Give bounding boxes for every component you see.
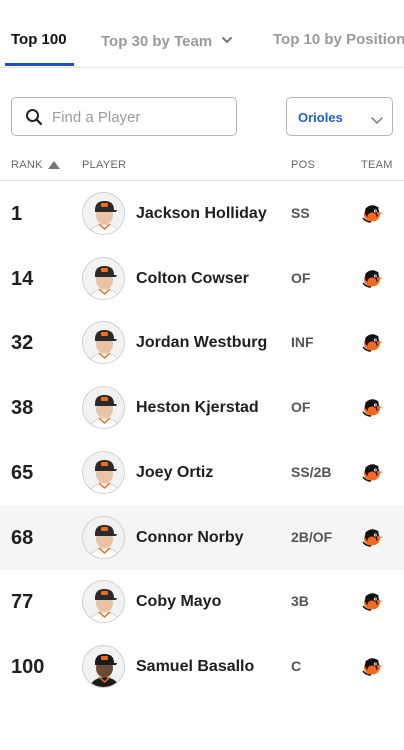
player-avatar[interactable]	[82, 580, 125, 624]
player-avatar[interactable]	[82, 256, 125, 300]
player-rank: 100	[11, 655, 45, 678]
player-name[interactable]: Heston Kjerstad	[136, 399, 259, 417]
table-row[interactable]: 65 Joey Ortiz SS/2B	[0, 440, 404, 505]
table-row[interactable]: 14 Colton Cowser OF	[0, 246, 404, 311]
player-position: OF	[291, 269, 311, 286]
player-avatar[interactable]	[82, 515, 125, 559]
table-row[interactable]: 1 Jackson Holliday SS	[0, 181, 404, 246]
player-avatar[interactable]	[82, 386, 125, 430]
orioles-bird-icon	[360, 525, 384, 554]
orioles-bird-icon	[360, 266, 384, 295]
player-avatar[interactable]	[82, 644, 125, 688]
table-row[interactable]: 38 Heston Kjerstad OF	[0, 375, 404, 440]
team-header: TEAM	[361, 159, 393, 171]
table-header: RANK PLAYER POS TEAM	[0, 150, 404, 181]
chevron-down-icon	[222, 31, 233, 48]
player-rank: 65	[11, 461, 34, 484]
player-name[interactable]: Jordan Westburg	[136, 334, 267, 352]
active-tab-indicator	[5, 63, 74, 66]
pos-header: POS	[291, 159, 316, 171]
table-row[interactable]: 100 Samuel Basallo C	[0, 634, 404, 699]
player-header: PLAYER	[82, 159, 127, 171]
player-rank: 1	[11, 203, 23, 225]
orioles-bird-icon	[360, 654, 384, 683]
team-select-value: Orioles	[298, 110, 343, 125]
tab-top-100[interactable]: Top 100	[11, 31, 67, 48]
player-position: C	[291, 657, 302, 674]
table-row[interactable]: 68 Connor Norby 2B/OF	[0, 504, 404, 570]
player-rank: 77	[11, 591, 34, 614]
player-rank: 68	[11, 526, 34, 549]
tab-bar: Top 100 Top 30 by Team Top 10 by Positio…	[0, 0, 404, 68]
orioles-bird-icon	[360, 330, 384, 359]
player-rank: 14	[11, 267, 34, 290]
player-name[interactable]: Colton Cowser	[136, 270, 249, 288]
player-rank: 32	[11, 332, 34, 355]
orioles-bird-icon	[360, 589, 384, 618]
player-name[interactable]: Coby Mayo	[136, 593, 221, 611]
player-position: 2B/OF	[291, 528, 333, 545]
search-box[interactable]	[11, 97, 237, 136]
orioles-bird-icon	[360, 395, 384, 424]
player-name[interactable]: Samuel Basallo	[136, 658, 254, 676]
rank-header[interactable]: RANK	[11, 159, 43, 171]
sort-ascending-icon[interactable]	[48, 160, 60, 172]
chevron-down-icon	[371, 112, 383, 130]
search-input[interactable]	[52, 107, 232, 127]
player-position: INF	[291, 334, 314, 351]
player-name[interactable]: Joey Ortiz	[136, 464, 213, 482]
table-row[interactable]: 32 Jordan Westburg INF	[0, 310, 404, 375]
player-position: OF	[291, 399, 311, 416]
player-name[interactable]: Jackson Holliday	[136, 205, 267, 223]
player-rank: 38	[11, 397, 34, 420]
player-avatar[interactable]	[82, 321, 125, 365]
player-position: SS/2B	[291, 463, 332, 480]
player-position: 3B	[291, 593, 309, 610]
player-avatar[interactable]	[82, 450, 125, 494]
orioles-bird-icon	[360, 460, 384, 489]
player-avatar[interactable]	[82, 192, 125, 235]
tab-label: Top 30 by Team	[101, 33, 213, 50]
tab-top-10-by-position[interactable]: Top 10 by Position	[273, 31, 404, 48]
tab-top-30-by-team[interactable]: Top 30 by Team	[101, 31, 233, 50]
table-row[interactable]: 77 Coby Mayo 3B	[0, 569, 404, 634]
team-select[interactable]: Orioles	[286, 97, 393, 136]
player-position: SS	[291, 205, 310, 221]
search-icon	[25, 108, 43, 131]
player-name[interactable]: Connor Norby	[136, 529, 244, 547]
orioles-bird-icon	[360, 201, 384, 230]
